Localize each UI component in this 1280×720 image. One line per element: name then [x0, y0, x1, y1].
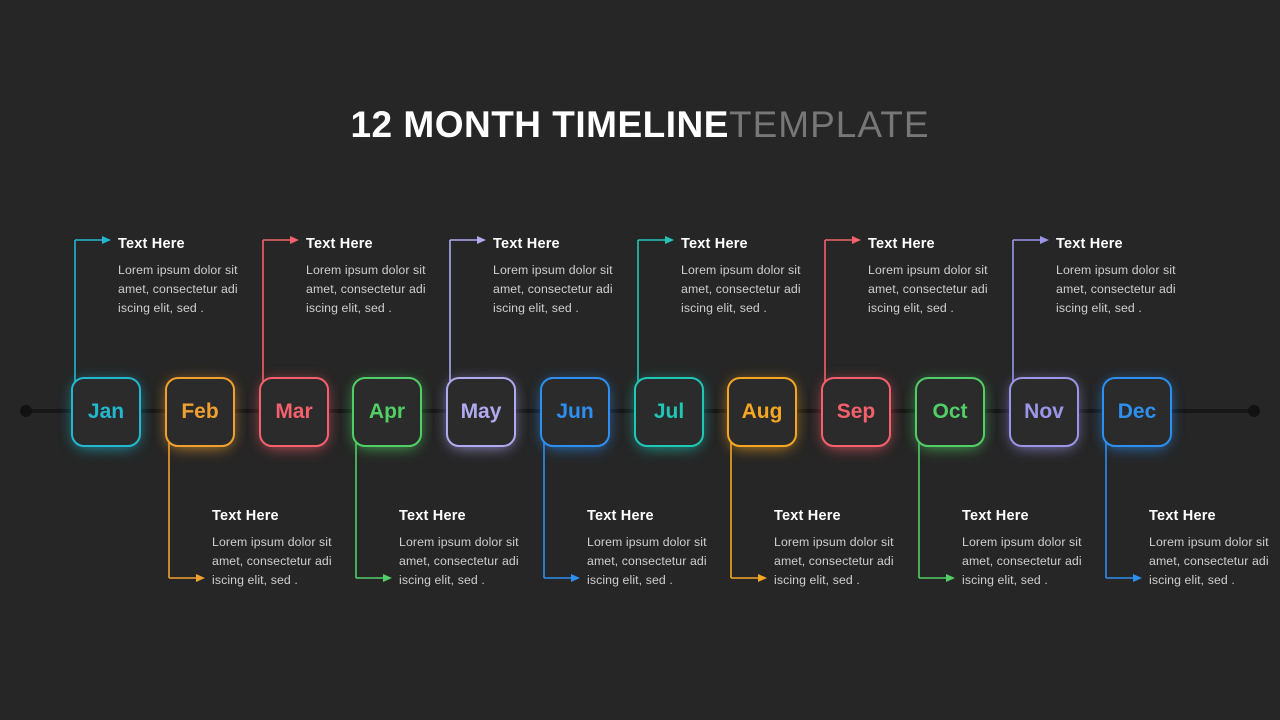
month-label: Jan: [87, 400, 125, 423]
text-block-body: Lorem ipsum dolor sit amet, consectetur …: [399, 535, 519, 587]
text-block-heading: Text Here: [493, 236, 560, 252]
timeline-axis-start-dot: [20, 405, 32, 417]
text-block-body: Lorem ipsum dolor sit amet, consectetur …: [681, 263, 801, 315]
text-block-jan: Text Here Lorem ipsum dolor sit amet, con…: [118, 236, 268, 317]
connector-jul: [637, 236, 674, 383]
connector-oct: [918, 441, 955, 582]
text-block-oct: Text Here Lorem ipsum dolor sit amet, con…: [962, 508, 1112, 589]
month-box-sep[interactable]: Sep: [821, 377, 891, 447]
text-block-heading: Text Here: [399, 508, 466, 524]
month-box-jan[interactable]: Jan: [71, 377, 141, 447]
text-block-heading: Text Here: [118, 236, 185, 252]
text-block-heading: Text Here: [681, 236, 748, 252]
connector-arrow: [290, 236, 299, 244]
text-block-heading: Text Here: [212, 508, 279, 524]
month-box-jun[interactable]: Jun: [540, 377, 610, 447]
text-block-jul: Text Here Lorem ipsum dolor sit amet, con…: [681, 236, 831, 317]
month-box-dec[interactable]: Dec: [1102, 377, 1172, 447]
connector-jan: [74, 236, 111, 383]
connector-arrow: [1040, 236, 1049, 244]
text-block-body: Lorem ipsum dolor sit amet, consectetur …: [587, 535, 707, 587]
text-block-body: Lorem ipsum dolor sit amet, consectetur …: [118, 263, 238, 315]
connector-aug: [730, 441, 767, 582]
text-block-body: Lorem ipsum dolor sit amet, consectetur …: [774, 535, 894, 587]
month-label: Mar: [275, 400, 313, 423]
text-block-body: Lorem ipsum dolor sit amet, consectetur …: [868, 263, 988, 315]
text-block-heading: Text Here: [962, 508, 1029, 524]
text-block-sep: Text Here Lorem ipsum dolor sit amet, con…: [868, 236, 1018, 317]
page-title: 12 MONTH TIMELINETEMPLATE: [0, 104, 1280, 146]
text-block-heading: Text Here: [587, 508, 654, 524]
month-label: Apr: [368, 400, 406, 423]
connector-apr: [355, 441, 392, 582]
text-block-body: Lorem ipsum dolor sit amet, consectetur …: [1149, 535, 1269, 587]
timeline-infographic: 12 MONTH TIMELINETEMPLATE Jan Text Here Lo…: [0, 0, 1280, 720]
text-block-heading: Text Here: [1149, 508, 1216, 524]
connector-arrow: [852, 236, 861, 244]
text-block-mar: Text Here Lorem ipsum dolor sit amet, con…: [306, 236, 456, 317]
text-block-body: Lorem ipsum dolor sit amet, consectetur …: [1056, 263, 1176, 315]
page-title-main: 12 MONTH TIMELINE: [350, 104, 729, 145]
text-block-apr: Text Here Lorem ipsum dolor sit amet, con…: [399, 508, 549, 589]
connector-nov: [1012, 236, 1049, 383]
connector-arrow: [477, 236, 486, 244]
text-block-body: Lorem ipsum dolor sit amet, consectetur …: [306, 263, 426, 315]
connector-may: [449, 236, 486, 383]
text-block-feb: Text Here Lorem ipsum dolor sit amet, con…: [212, 508, 362, 589]
text-block-heading: Text Here: [306, 236, 373, 252]
connector-arrow: [102, 236, 111, 244]
page-title-sub: TEMPLATE: [728, 104, 930, 145]
connector-arrow: [383, 574, 392, 582]
month-box-mar[interactable]: Mar: [259, 377, 329, 447]
text-block-jun: Text Here Lorem ipsum dolor sit amet, con…: [587, 508, 737, 589]
month-label: May: [460, 400, 502, 423]
month-label: Aug: [741, 400, 783, 423]
text-block-body: Lorem ipsum dolor sit amet, consectetur …: [962, 535, 1082, 587]
month-box-jul[interactable]: Jul: [634, 377, 704, 447]
text-block-dec: Text Here Lorem ipsum dolor sit amet, con…: [1149, 508, 1280, 589]
connector-arrow: [665, 236, 674, 244]
text-block-body: Lorem ipsum dolor sit amet, consectetur …: [493, 263, 613, 315]
connector-arrow: [196, 574, 205, 582]
text-block-may: Text Here Lorem ipsum dolor sit amet, con…: [493, 236, 643, 317]
text-block-nov: Text Here Lorem ipsum dolor sit amet, con…: [1056, 236, 1206, 317]
connector-arrow: [758, 574, 767, 582]
timeline-axis-end-dot: [1248, 405, 1260, 417]
text-block-heading: Text Here: [774, 508, 841, 524]
text-block-heading: Text Here: [1056, 236, 1123, 252]
connector-arrow: [946, 574, 955, 582]
month-label: Sep: [836, 400, 876, 423]
month-box-nov[interactable]: Nov: [1009, 377, 1079, 447]
connector-arrow: [1133, 574, 1142, 582]
month-box-may[interactable]: May: [446, 377, 516, 447]
connector-mar: [262, 236, 299, 383]
month-label: Dec: [1117, 400, 1157, 423]
month-label: Nov: [1024, 400, 1064, 423]
month-box-feb[interactable]: Feb: [165, 377, 235, 447]
month-box-oct[interactable]: Oct: [915, 377, 985, 447]
connector-jun: [543, 441, 580, 582]
month-label: Oct: [932, 400, 968, 423]
text-block-heading: Text Here: [868, 236, 935, 252]
month-box-apr[interactable]: Apr: [352, 377, 422, 447]
month-box-aug[interactable]: Aug: [727, 377, 797, 447]
connector-feb: [168, 441, 205, 582]
text-block-aug: Text Here Lorem ipsum dolor sit amet, con…: [774, 508, 924, 589]
month-label: Jul: [653, 400, 685, 423]
month-label: Jun: [556, 400, 594, 423]
connector-sep: [824, 236, 861, 383]
month-label: Feb: [181, 400, 219, 423]
text-block-body: Lorem ipsum dolor sit amet, consectetur …: [212, 535, 332, 587]
connector-arrow: [571, 574, 580, 582]
connector-dec: [1105, 441, 1142, 582]
